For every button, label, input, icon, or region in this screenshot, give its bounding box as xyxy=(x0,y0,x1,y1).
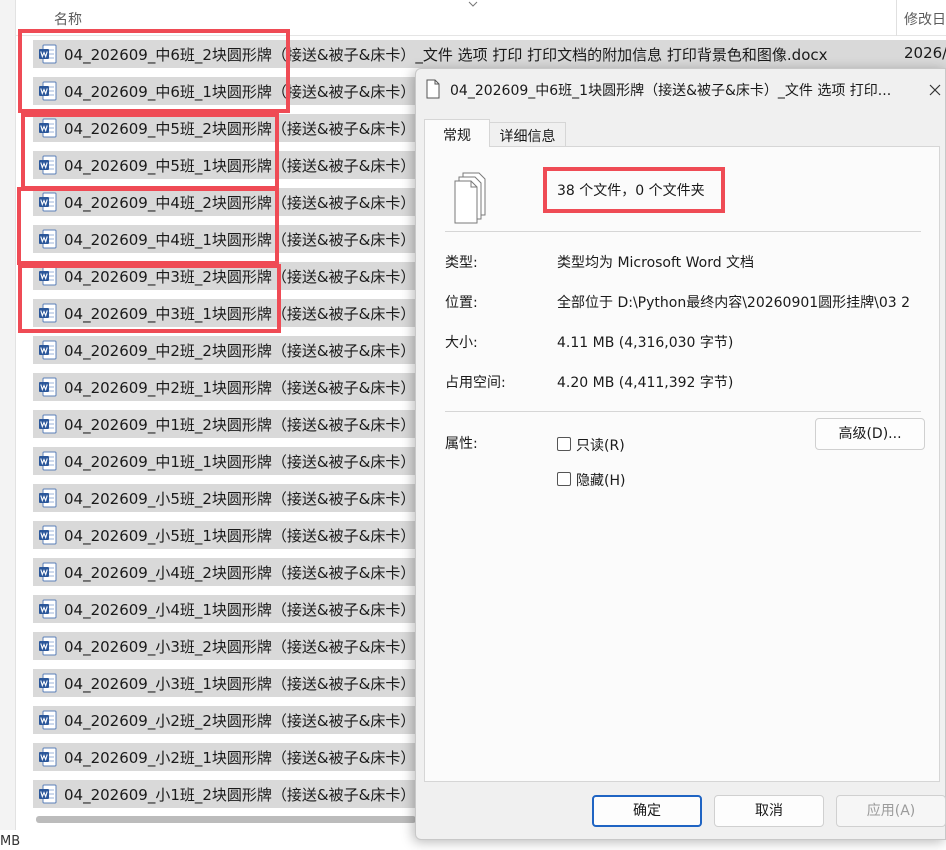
word-document-icon xyxy=(39,118,57,138)
file-count-summary: 38 个文件，0 个文件夹 xyxy=(557,183,705,199)
word-document-icon xyxy=(39,525,57,545)
disk-size-label: 占用空间: xyxy=(445,375,506,391)
divider xyxy=(445,411,921,412)
apply-button[interactable]: 应用(A) xyxy=(836,795,946,827)
word-document-icon xyxy=(39,44,57,64)
file-name: 04_202609_中3班_1块圆形牌（接送&被子&床卡）_ xyxy=(64,305,423,323)
hidden-checkbox[interactable] xyxy=(557,472,571,486)
divider xyxy=(445,231,921,232)
cancel-button[interactable]: 取消 xyxy=(714,795,824,827)
word-document-icon xyxy=(39,229,57,249)
status-bar-size: MB xyxy=(0,834,21,849)
file-name: 04_202609_中5班_1块圆形牌（接送&被子&床卡）_ xyxy=(64,157,423,175)
ok-button[interactable]: 确定 xyxy=(592,795,702,827)
tab-details[interactable]: 详细信息 xyxy=(490,122,566,147)
file-name: 04_202609_中2班_1块圆形牌（接送&被子&床卡）_ xyxy=(64,379,423,397)
word-document-icon xyxy=(39,266,57,286)
word-document-icon xyxy=(39,451,57,471)
word-document-icon xyxy=(39,377,57,397)
file-list-item[interactable]: 04_202609_中6班_2块圆形牌（接送&被子&床卡）_文件 选项 打印 打… xyxy=(33,40,946,68)
properties-dialog: 04_202609_中6班_1块圆形牌（接送&被子&床卡）_文件 选项 打印..… xyxy=(415,68,946,840)
type-label: 类型: xyxy=(445,255,478,271)
file-name: 04_202609_小2班_2块圆形牌（接送&被子&床卡）_ xyxy=(64,712,423,730)
dialog-title: 04_202609_中6班_1块圆形牌（接送&被子&床卡）_文件 选项 打印..… xyxy=(450,83,892,99)
document-icon xyxy=(426,79,440,99)
column-header-modified[interactable]: 修改日 xyxy=(904,9,946,29)
location-value: 全部位于 D:\Python最终内容\20260901圆形挂牌\03 2 xyxy=(557,295,911,311)
size-label: 大小: xyxy=(445,335,478,351)
advanced-button[interactable]: 高级(D)... xyxy=(815,418,925,450)
dialog-titlebar[interactable]: 04_202609_中6班_1块圆形牌（接送&被子&床卡）_文件 选项 打印..… xyxy=(416,69,946,111)
word-document-icon xyxy=(39,562,57,582)
word-document-icon xyxy=(39,784,57,804)
file-name: 04_202609_小2班_1块圆形牌（接送&被子&床卡）_ xyxy=(64,749,423,767)
word-document-icon xyxy=(39,340,57,360)
file-name: 04_202609_中1班_2块圆形牌（接送&被子&床卡）_ xyxy=(64,416,423,434)
word-document-icon xyxy=(39,747,57,767)
file-name: 04_202609_小4班_1块圆形牌（接送&被子&床卡）_ xyxy=(64,601,423,619)
word-document-icon xyxy=(39,81,57,101)
file-name: 04_202609_中2班_2块圆形牌（接送&被子&床卡）_ xyxy=(64,342,423,360)
column-separator[interactable] xyxy=(896,0,897,36)
disk-size-value: 4.20 MB (4,411,392 字节) xyxy=(557,375,734,391)
word-document-icon xyxy=(39,673,57,693)
word-document-icon xyxy=(39,599,57,619)
close-icon[interactable] xyxy=(924,79,946,101)
multiple-files-icon xyxy=(454,172,486,224)
file-name: 04_202609_中5班_2块圆形牌（接送&被子&床卡）_ xyxy=(64,120,423,138)
file-name: 04_202609_小1班_2块圆形牌（接送&被子&床卡）_ xyxy=(64,786,423,804)
file-name: 04_202609_中4班_2块圆形牌（接送&被子&床卡）_ xyxy=(64,194,423,212)
size-value: 4.11 MB (4,316,030 字节) xyxy=(557,335,734,351)
word-document-icon xyxy=(39,303,57,323)
navigation-pane-edge xyxy=(0,0,16,830)
type-value: 类型均为 Microsoft Word 文档 xyxy=(557,255,755,271)
file-modified-date: 2026/ xyxy=(904,44,946,62)
readonly-label[interactable]: 只读(R) xyxy=(576,435,625,455)
file-name: 04_202609_中1班_1块圆形牌（接送&被子&床卡）_ xyxy=(64,453,423,471)
file-name: 04_202609_小4班_2块圆形牌（接送&被子&床卡）_ xyxy=(64,564,423,582)
word-document-icon xyxy=(39,636,57,656)
word-document-icon xyxy=(39,192,57,212)
hidden-label[interactable]: 隐藏(H) xyxy=(576,470,625,490)
word-document-icon xyxy=(39,710,57,730)
file-name: 04_202609_小5班_1块圆形牌（接送&被子&床卡）_ xyxy=(64,527,423,545)
tab-general[interactable]: 常规 xyxy=(424,119,490,147)
file-name: 04_202609_中6班_1块圆形牌（接送&被子&床卡）_ xyxy=(64,83,423,101)
general-tab-panel: 38 个文件，0 个文件夹 类型: 类型均为 Microsoft Word 文档… xyxy=(424,146,940,782)
sort-chevron-icon xyxy=(468,1,478,7)
readonly-checkbox[interactable] xyxy=(557,437,571,451)
column-header-name[interactable]: 名称 xyxy=(54,9,82,29)
attributes-label: 属性: xyxy=(445,436,478,452)
file-name: 04_202609_中3班_2块圆形牌（接送&被子&床卡）_ xyxy=(64,268,423,286)
word-document-icon xyxy=(39,488,57,508)
file-name: 04_202609_小3班_2块圆形牌（接送&被子&床卡）_ xyxy=(64,638,423,656)
horizontal-scrollbar[interactable] xyxy=(36,816,416,823)
word-document-icon xyxy=(39,414,57,434)
file-name: 04_202609_中4班_1块圆形牌（接送&被子&床卡）_ xyxy=(64,231,423,249)
file-name: 04_202609_小5班_2块圆形牌（接送&被子&床卡）_ xyxy=(64,490,423,508)
file-name: 04_202609_中6班_2块圆形牌（接送&被子&床卡）_文件 选项 打印 打… xyxy=(64,46,828,64)
location-label: 位置: xyxy=(445,295,478,311)
word-document-icon xyxy=(39,155,57,175)
file-name: 04_202609_小3班_1块圆形牌（接送&被子&床卡）_ xyxy=(64,675,423,693)
column-header-bar: 名称 修改日 xyxy=(16,0,946,36)
